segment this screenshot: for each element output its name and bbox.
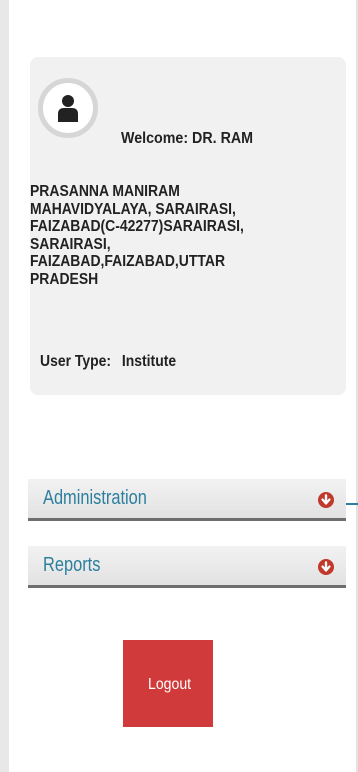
address-line: MAHAVIDYALAYA, SARAIRASI, — [30, 200, 236, 218]
arrow-down-circle-icon — [318, 559, 334, 575]
address-line: PRASANNA MANIRAM — [30, 183, 180, 200]
menu-item-label: Administration — [43, 487, 147, 509]
menu-item-administration[interactable]: Administration — [28, 479, 346, 521]
user-type-value: Institute — [121, 353, 177, 370]
address-line: FAIZABAD(C-42277)SARAIRASI, — [30, 218, 244, 235]
logout-label: Logout — [148, 676, 192, 693]
address-line: SARAIRASI, — [30, 235, 111, 253]
menu-item-reports[interactable]: Reports — [28, 546, 346, 588]
institute-address: PRASANNA MANIRAM MAHAVIDYALAYA, SARAIRAS… — [30, 183, 300, 288]
welcome-text: Welcome: DR. RAM — [121, 130, 254, 147]
menu-item-label: Reports — [43, 554, 101, 576]
user-type-label: User Type: — [40, 353, 112, 370]
avatar — [38, 78, 98, 138]
logout-button[interactable]: Logout — [123, 640, 213, 727]
address-line: FAIZABAD,FAIZABAD,UTTAR — [30, 253, 226, 270]
arrow-down-circle-icon — [318, 492, 334, 508]
user-type: User Type: Institute — [40, 353, 187, 371]
pointer-line — [346, 503, 358, 505]
left-border — [0, 0, 9, 772]
user-info-panel: Welcome: DR. RAM PRASANNA MANIRAM MAHAVI… — [30, 57, 346, 395]
address-line: PRADESH — [30, 270, 99, 288]
user-icon — [58, 95, 78, 122]
